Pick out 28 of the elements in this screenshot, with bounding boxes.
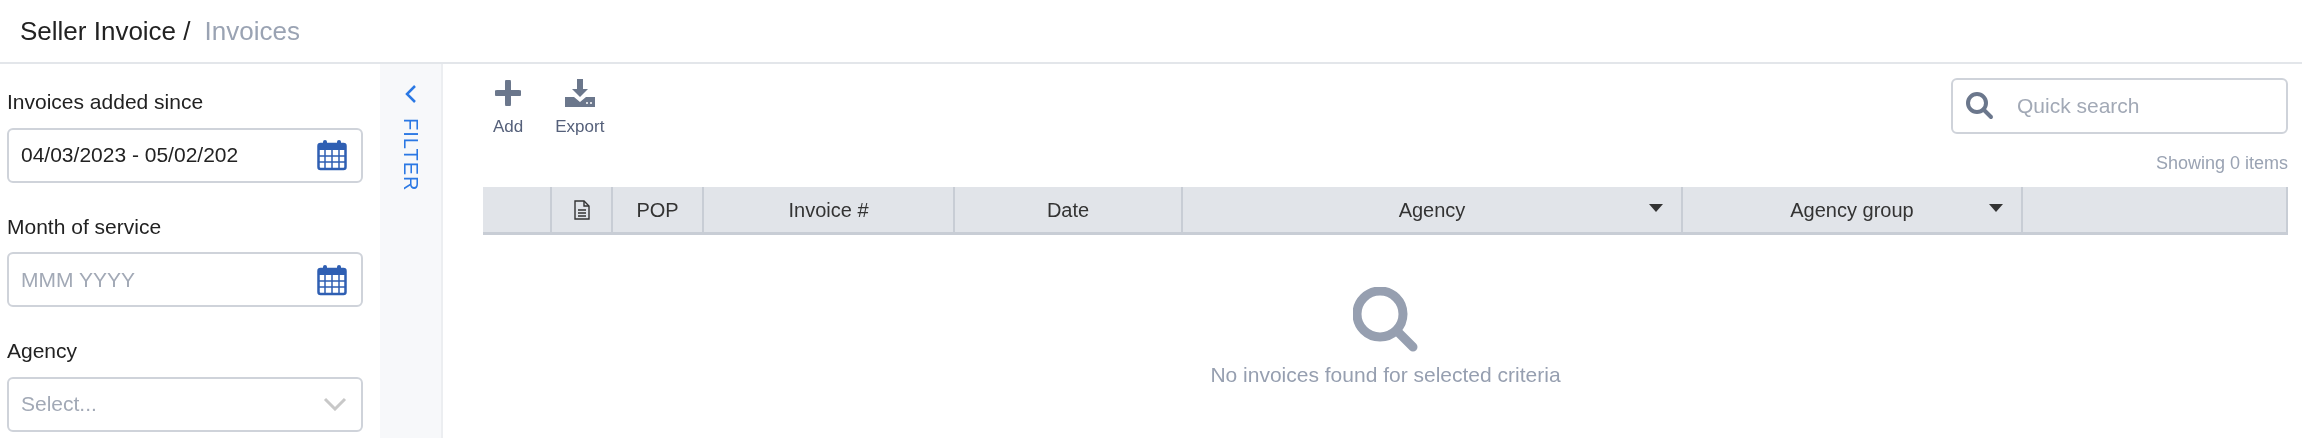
search-icon bbox=[1965, 91, 1995, 121]
search-field[interactable]: Quick search bbox=[1951, 78, 2288, 134]
column-header[interactable]: Invoice # bbox=[788, 194, 869, 225]
column-header[interactable]: Agency group bbox=[1790, 194, 1914, 225]
download-icon bbox=[563, 78, 596, 108]
column-header[interactable]: POP bbox=[636, 194, 679, 225]
field-label: Agency bbox=[7, 338, 79, 364]
document-icon bbox=[573, 199, 590, 220]
chevron-down-icon bbox=[323, 397, 347, 411]
date-field[interactable]: 04/03/2023 - 05/02/202 bbox=[7, 127, 363, 183]
column-header[interactable]: Date bbox=[1046, 194, 1090, 225]
plus-icon bbox=[495, 78, 522, 108]
calendar-icon[interactable] bbox=[317, 263, 347, 296]
column-header[interactable]: Agency bbox=[1398, 194, 1466, 225]
add-button[interactable]: Add bbox=[491, 78, 526, 140]
export-button[interactable]: Export bbox=[553, 78, 607, 140]
dropdown-caret-icon[interactable] bbox=[1649, 204, 1663, 212]
search-icon bbox=[1352, 287, 1419, 353]
chevron-left-icon[interactable] bbox=[404, 84, 417, 104]
dropdown-caret-icon[interactable] bbox=[1989, 204, 2003, 212]
calendar-icon[interactable] bbox=[317, 139, 347, 171]
item-count: Showing 0 items bbox=[2155, 152, 2288, 175]
breadcrumb-link[interactable]: Seller Invoice / bbox=[20, 11, 191, 51]
filter-toggle[interactable]: FILTER bbox=[395, 118, 426, 192]
field-label: Month of service bbox=[7, 213, 163, 240]
field-label: Invoices added since bbox=[7, 89, 205, 115]
empty-state-message: No invoices found for selected criteria bbox=[1210, 362, 1561, 388]
page-title: Invoices bbox=[204, 14, 300, 48]
